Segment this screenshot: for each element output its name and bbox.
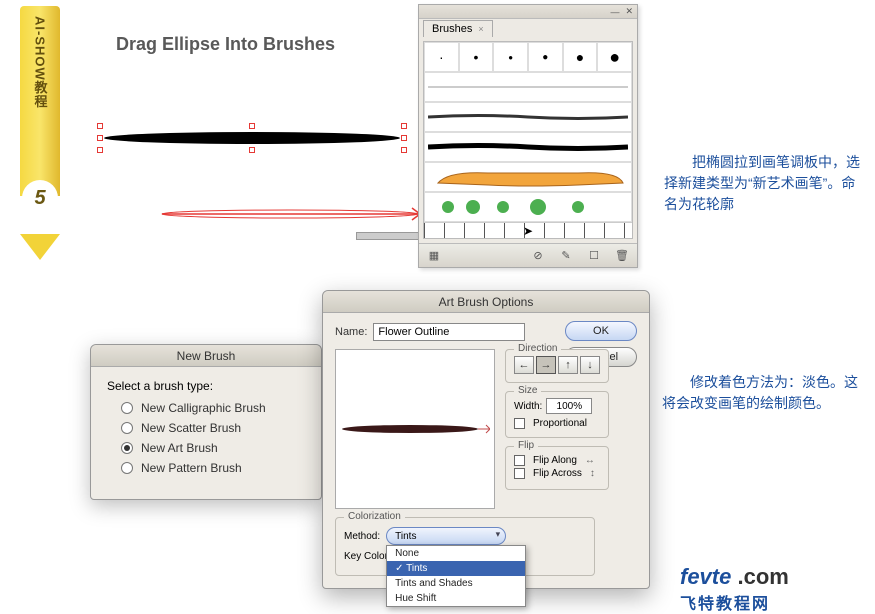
brush-list[interactable]: · • ● ● ● ● ➤ [423,41,633,239]
brush-lib-icon[interactable]: ▦ [425,248,443,264]
method-option-none[interactable]: None [387,546,525,561]
method-menu: None ✓ Tints Tints and Shades Hue Shift [386,545,526,607]
direction-group: Direction ← → ↑ ↓ [505,349,609,383]
new-brush-icon[interactable]: ☐ [585,248,603,264]
brush-swatch[interactable]: • [459,42,494,72]
flip-along-checkbox[interactable] [514,455,525,466]
brush-swatch[interactable]: ● [563,42,598,72]
tab-close-icon[interactable]: × [478,24,483,34]
method-label: Method: [344,531,380,542]
ellipse-selection[interactable] [100,126,404,150]
new-brush-dialog: New Brush Select a brush type: New Calli… [90,344,322,500]
width-input[interactable] [546,398,592,414]
direction-right[interactable]: → [536,356,556,374]
bookmark: AI-SHOW教程 5 [20,6,60,236]
name-label: Name: [335,326,367,338]
flip-across-icon: ↕ [590,468,595,479]
instruction-text-1: 把椭圆拉到画笔调板中，选择新建类型为“新艺术画笔”。命名为花轮廓 [664,152,864,215]
size-group: Size Width: Proportional [505,391,609,438]
art-brush-options-dialog: Art Brush Options Name: OK Cancel Direct… [322,290,650,589]
colorization-group: Colorization Method: Tints None ✓ Tints … [335,517,595,576]
brush-swatch[interactable]: ● [597,42,632,72]
flip-along-icon: ↔ [585,455,595,466]
headline: Drag Ellipse Into Brushes [116,34,335,55]
width-label: Width: [514,401,542,412]
flip-group: Flip Flip Along↔ Flip Across↕ [505,446,609,490]
radio-scatter[interactable]: New Scatter Brush [121,421,305,435]
method-option-hue-shift[interactable]: Hue Shift [387,591,525,606]
direction-down[interactable]: ↓ [580,356,600,374]
ok-button[interactable]: OK [565,321,637,341]
method-option-tints-shades[interactable]: Tints and Shades [387,576,525,591]
brushes-tab[interactable]: Brushes× [423,20,493,37]
dialog-title: Art Brush Options [323,291,649,313]
brush-swatch[interactable] [424,162,632,192]
name-input[interactable] [373,323,525,341]
minimize-icon[interactable]: — [610,7,619,17]
brush-swatch[interactable] [424,132,632,162]
brush-options-icon[interactable]: ✎ [557,248,575,264]
dialog-title: New Brush [91,345,321,367]
radio-calligraphic[interactable]: New Calligraphic Brush [121,401,305,415]
bookmark-number: 5 [22,180,58,216]
method-dropdown[interactable]: Tints None ✓ Tints Tints and Shades Hue … [386,527,506,545]
drag-arrow [160,204,430,224]
brush-swatch[interactable]: ● [528,42,563,72]
proportional-checkbox[interactable] [514,418,525,429]
brush-swatch[interactable] [424,192,632,222]
brush-swatch[interactable]: · [424,42,459,72]
bookmark-text: AI-SHOW教程 [31,16,50,109]
instruction-text-2: 修改着色方法为：淡色。这将会改变画笔的绘制颜色。 [662,372,862,414]
direction-left[interactable]: ← [514,356,534,374]
brush-swatch[interactable]: ● [493,42,528,72]
trash-icon[interactable]: 🗑 [613,248,631,264]
cursor-icon: ➤ [523,224,533,238]
flip-across-checkbox[interactable] [514,468,525,479]
direction-up[interactable]: ↑ [558,356,578,374]
radio-pattern[interactable]: New Pattern Brush [121,461,305,475]
brush-swatch[interactable] [424,72,632,102]
remove-stroke-icon[interactable]: ⊘ [529,248,547,264]
brush-swatch[interactable] [424,102,632,132]
radio-art[interactable]: New Art Brush [121,441,305,455]
close-icon[interactable]: ✕ [625,6,633,17]
brushes-panel: — ✕ Brushes× · • ● ● ● ● ➤ ▦ ⊘ ✎ ☐ 🗑 [418,4,638,268]
select-type-label: Select a brush type: [107,379,305,393]
brush-ruler: ➤ [424,222,632,238]
brand: fevte .com 飞特教程网 [680,564,789,614]
brush-preview [335,349,495,509]
method-option-tints[interactable]: ✓ Tints [387,561,525,576]
key-color-label: Key Color: [344,551,391,562]
